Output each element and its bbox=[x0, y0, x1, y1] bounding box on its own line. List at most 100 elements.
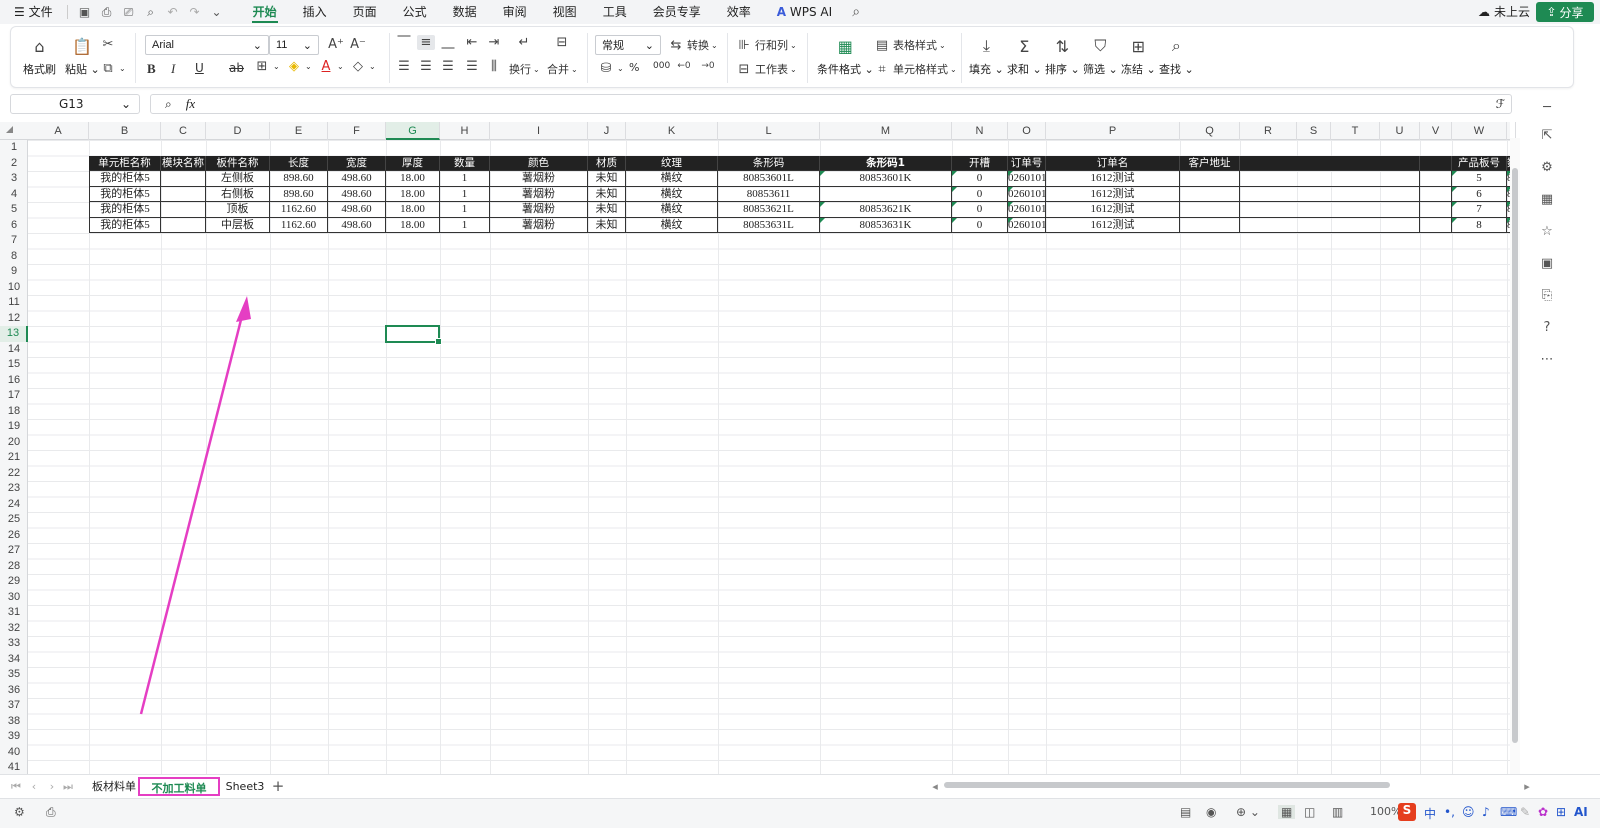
data-cell[interactable] bbox=[1420, 217, 1452, 233]
data-cell[interactable]: 80853631K bbox=[820, 217, 952, 233]
column-header-F[interactable]: F bbox=[328, 122, 386, 140]
keyboard-icon[interactable]: ⌨ bbox=[1500, 805, 1517, 819]
data-cell[interactable]: 80853611 bbox=[718, 186, 820, 202]
fill-button[interactable]: ⤓ 填充 ⌄ bbox=[969, 35, 1004, 77]
data-cell[interactable]: 02601013 bbox=[1008, 171, 1046, 187]
thousands-button[interactable]: 000 bbox=[653, 61, 670, 71]
row-header-41[interactable]: 41 bbox=[0, 760, 28, 774]
data-cell[interactable]: 1 bbox=[440, 171, 490, 187]
indent-decrease-button[interactable]: ⇤ bbox=[463, 35, 481, 50]
page-layout-icon[interactable]: ◫ bbox=[1304, 805, 1315, 819]
fill-color-button[interactable]: ◈ ⌄ bbox=[285, 59, 312, 74]
column-header-J[interactable]: J bbox=[588, 122, 626, 140]
data-cell[interactable]: 80853621K bbox=[820, 202, 952, 218]
sheet-tab-3[interactable]: Sheet3 bbox=[222, 777, 268, 796]
search-icon[interactable]: ⌕ bbox=[848, 4, 864, 20]
sheet-tab-1[interactable]: 板材料单 bbox=[88, 777, 140, 796]
column-header-Q[interactable]: Q bbox=[1180, 122, 1240, 140]
data-cell[interactable]: 横纹 bbox=[626, 186, 718, 202]
merge-button[interactable]: 合并 ⌄ bbox=[547, 61, 578, 77]
horizontal-scrollbar[interactable] bbox=[944, 782, 1390, 788]
row-header-15[interactable]: 15 bbox=[0, 357, 28, 373]
header-cell[interactable] bbox=[1240, 155, 1420, 171]
distribute-button[interactable]: ⫼ bbox=[485, 59, 503, 74]
row-header-32[interactable]: 32 bbox=[0, 621, 28, 637]
header-cell[interactable] bbox=[1420, 155, 1452, 171]
row-header-36[interactable]: 36 bbox=[0, 683, 28, 699]
header-cell[interactable]: 长度 bbox=[270, 155, 328, 171]
data-cell[interactable]: 1 bbox=[440, 217, 490, 233]
cell-style-button[interactable]: ⌗ 单元格样式 ⌄ bbox=[873, 61, 956, 77]
data-cell[interactable] bbox=[1240, 171, 1420, 187]
column-header-P[interactable]: P bbox=[1046, 122, 1180, 140]
document-icon[interactable]: ⎙ bbox=[46, 805, 56, 820]
data-cell[interactable]: 中层板 bbox=[206, 217, 270, 233]
data-cell[interactable]: 898.60 bbox=[270, 186, 328, 202]
header-cell[interactable]: 纹理 bbox=[626, 155, 718, 171]
data-cell[interactable] bbox=[820, 186, 952, 202]
row-header-4[interactable]: 4 bbox=[0, 187, 28, 203]
data-cell[interactable]: 80853601L bbox=[718, 171, 820, 187]
currency-button[interactable]: ⛁ ⌄ bbox=[597, 61, 624, 76]
sort-button[interactable]: ⇅ 排序 ⌄ bbox=[1045, 35, 1080, 77]
data-cell[interactable]: 左侧板 bbox=[206, 171, 270, 187]
merge-icon-button[interactable]: ⊟ bbox=[553, 35, 571, 50]
data-cell[interactable]: 8 bbox=[1452, 217, 1507, 233]
print-preview-icon[interactable]: ⌕ bbox=[143, 4, 159, 20]
print-icon[interactable]: ⎚ bbox=[121, 4, 137, 20]
data-cell[interactable] bbox=[1180, 217, 1240, 233]
header-cell[interactable]: 模块名称 bbox=[161, 155, 206, 171]
column-header-H[interactable]: H bbox=[440, 122, 490, 140]
data-cell[interactable] bbox=[1180, 171, 1240, 187]
column-header-M[interactable]: M bbox=[820, 122, 952, 140]
data-cell[interactable] bbox=[1240, 217, 1420, 233]
data-cell[interactable]: 898.60 bbox=[270, 171, 328, 187]
row-header-5[interactable]: 5 bbox=[0, 202, 28, 218]
data-cell[interactable]: 80853631L bbox=[718, 217, 820, 233]
data-cell[interactable]: 1 bbox=[440, 186, 490, 202]
data-cell[interactable]: 80853601K bbox=[820, 171, 952, 187]
data-cell[interactable]: 1612测试 bbox=[1046, 171, 1180, 187]
data-cell[interactable] bbox=[161, 171, 206, 187]
row-header-20[interactable]: 20 bbox=[0, 435, 28, 451]
row-header-9[interactable]: 9 bbox=[0, 264, 28, 280]
row-header-25[interactable]: 25 bbox=[0, 512, 28, 528]
data-cell[interactable]: 18.00 bbox=[386, 186, 440, 202]
normal-view-icon[interactable]: ▦ bbox=[1278, 805, 1296, 819]
row-col-button[interactable]: ⊪ 行和列 ⌄ bbox=[735, 37, 796, 53]
decrease-decimal-button[interactable]: →0 bbox=[699, 61, 717, 71]
tab-view[interactable]: 视图 bbox=[540, 0, 590, 24]
data-cell[interactable] bbox=[161, 217, 206, 233]
data-cell[interactable]: 5 bbox=[1452, 171, 1507, 187]
scroll-left-icon[interactable]: ◂ bbox=[930, 777, 940, 796]
cut-button[interactable]: ✂ bbox=[99, 37, 117, 52]
column-header-U[interactable]: U bbox=[1380, 122, 1420, 140]
wrap-icon-button[interactable]: ↵ bbox=[515, 35, 533, 50]
column-header-O[interactable]: O bbox=[1008, 122, 1046, 140]
find-button[interactable]: ⌕ 查找 ⌄ bbox=[1159, 35, 1194, 77]
focus-icon[interactable]: ⊕ ⌄ bbox=[1236, 805, 1260, 819]
data-cell[interactable]: 02601013 bbox=[1008, 202, 1046, 218]
align-top-button[interactable]: ⎺ bbox=[395, 35, 413, 50]
justify-button[interactable]: ☰ bbox=[463, 59, 481, 74]
data-cell[interactable]: 02601013 bbox=[1008, 217, 1046, 233]
zoom-level[interactable]: 100% bbox=[1370, 805, 1401, 818]
tab-insert[interactable]: 插入 bbox=[290, 0, 340, 24]
data-cell[interactable]: 未知 bbox=[588, 217, 626, 233]
bold-button[interactable]: B bbox=[147, 61, 156, 77]
row-header-40[interactable]: 40 bbox=[0, 745, 28, 761]
header-cell[interactable]: 客户地址 bbox=[1180, 155, 1240, 171]
column-header-K[interactable]: K bbox=[626, 122, 718, 140]
wrap-button[interactable]: 换行 ⌄ bbox=[509, 61, 540, 77]
data-cell[interactable]: 1162.60 bbox=[270, 202, 328, 218]
tab-formula[interactable]: 公式 bbox=[390, 0, 440, 24]
help-icon[interactable]: ? bbox=[1538, 320, 1556, 338]
data-cell[interactable] bbox=[1420, 171, 1452, 187]
punctuation-icon[interactable]: •, bbox=[1444, 805, 1455, 819]
data-cell[interactable]: 未知 bbox=[588, 171, 626, 187]
tab-review[interactable]: 审阅 bbox=[490, 0, 540, 24]
select-all-icon[interactable] bbox=[6, 126, 13, 133]
data-cell[interactable]: 0 bbox=[952, 186, 1008, 202]
data-cell[interactable]: 1612测试 bbox=[1046, 217, 1180, 233]
header-cell[interactable]: 材质 bbox=[588, 155, 626, 171]
